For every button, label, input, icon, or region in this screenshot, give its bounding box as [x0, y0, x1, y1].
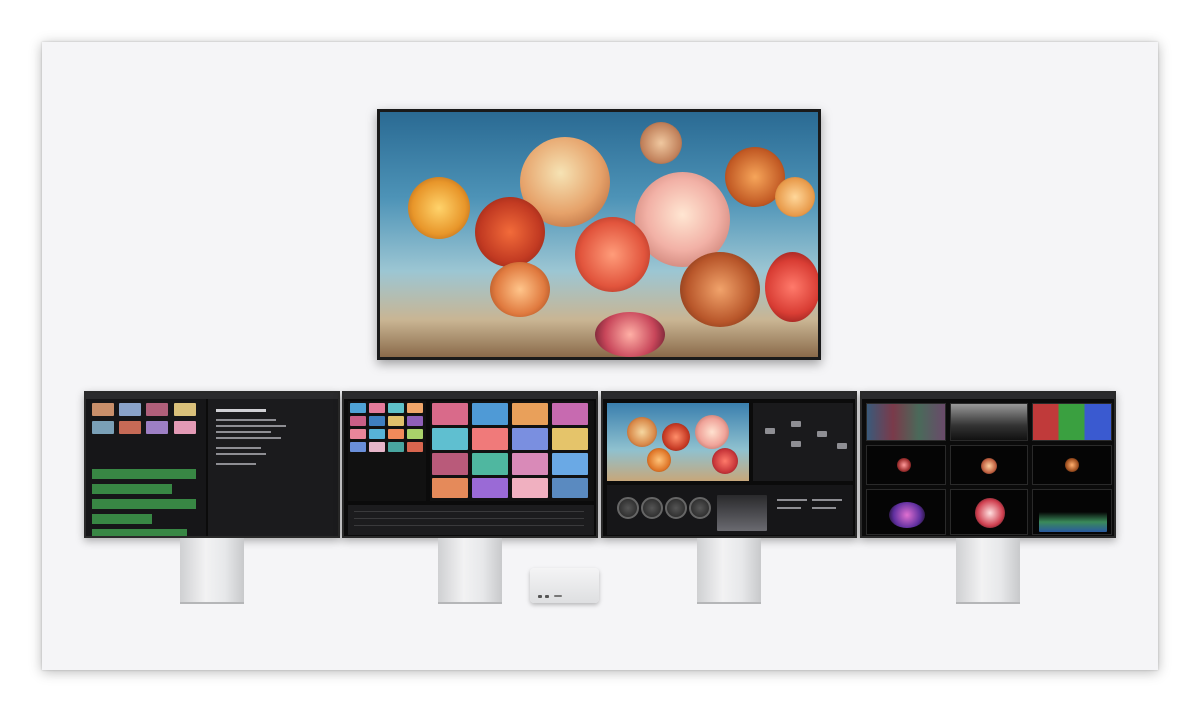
vectorscope-1	[866, 445, 946, 485]
app-toolbar	[344, 393, 596, 399]
node-graph	[753, 403, 853, 481]
desktop-computer	[530, 568, 599, 603]
video-viewer	[607, 403, 749, 481]
monitor-audio-app	[84, 391, 340, 538]
vectorscope-3	[1032, 445, 1112, 485]
app-toolbar	[603, 393, 855, 399]
monitor-stand-3	[697, 538, 761, 604]
monitor-color-grading	[601, 391, 857, 538]
large-thumbnail-grid	[430, 401, 594, 501]
cie-chart-scope	[866, 489, 946, 535]
monitor-stand-2	[438, 538, 502, 604]
monitor-media-browser	[342, 391, 598, 538]
3d-color-scope	[950, 489, 1028, 535]
color-wheels-panel	[607, 485, 853, 535]
vectorscope-2	[950, 445, 1028, 485]
monitor-stand-1	[180, 538, 244, 604]
histogram-scope	[1032, 489, 1112, 535]
monitor-stand-4	[956, 538, 1020, 604]
tv-display	[377, 109, 821, 360]
luma-scope	[950, 403, 1028, 441]
floral-artwork	[380, 112, 818, 357]
clip-browser	[86, 399, 206, 536]
notes-panel	[208, 399, 338, 536]
metadata-table	[348, 505, 594, 535]
thumbnail-grid	[348, 401, 426, 501]
app-toolbar	[862, 393, 1114, 399]
monitor-video-scopes	[860, 391, 1116, 538]
rgb-parade-scope	[1032, 403, 1112, 441]
waveform-scope	[866, 403, 946, 441]
